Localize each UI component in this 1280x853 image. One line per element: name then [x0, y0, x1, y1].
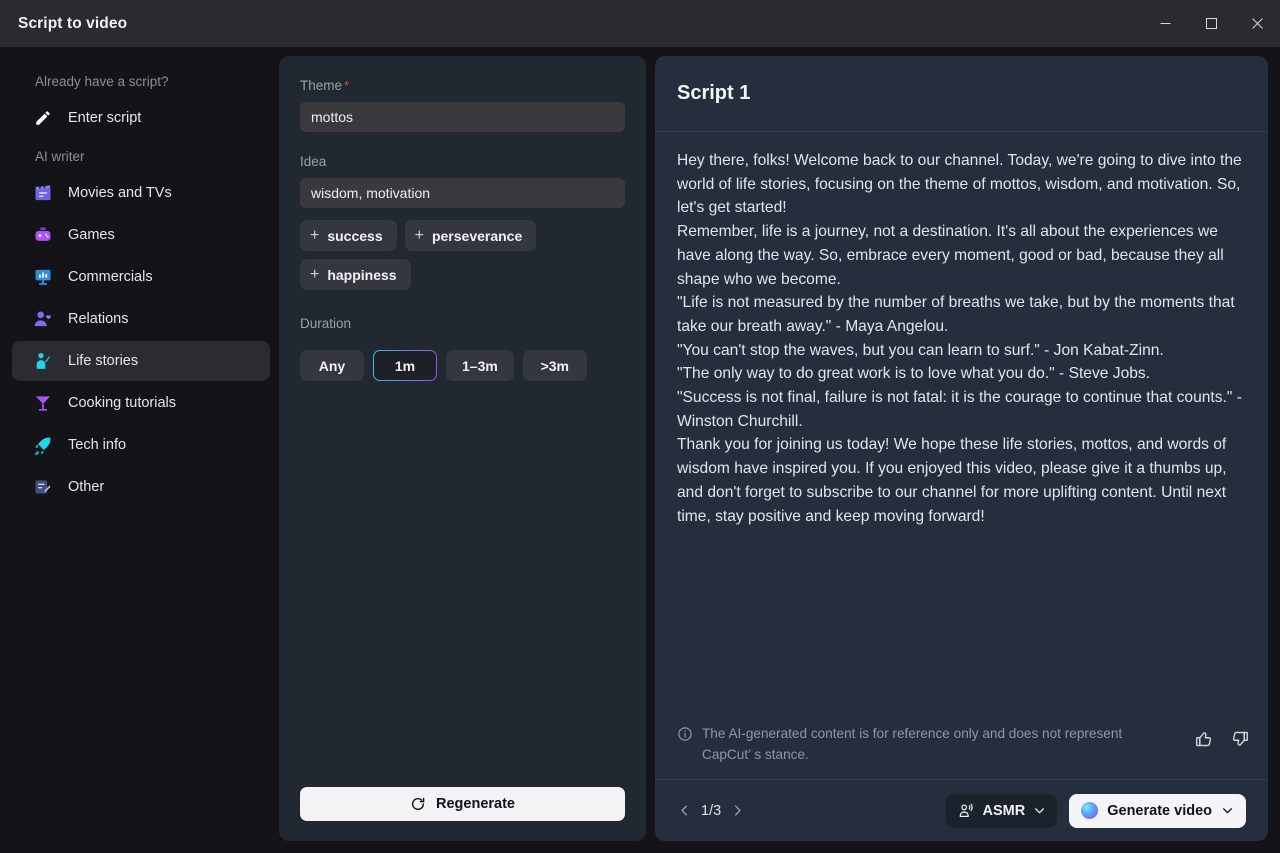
sidebar-item-life-stories[interactable]: Life stories	[12, 341, 270, 381]
sidebar-item-cooking-tutorials[interactable]: Cooking tutorials	[12, 383, 270, 423]
ai-orb-icon	[1081, 802, 1099, 819]
theme-label-text: Theme	[300, 78, 343, 93]
thumbs-up-icon	[1196, 732, 1212, 747]
app-window: Script to video Already have a script? E…	[0, 0, 1280, 853]
idea-label: Idea	[300, 154, 327, 169]
maximize-icon	[1205, 18, 1217, 29]
sidebar-item-label: Relations	[68, 311, 129, 327]
sidebar-item-movies-and-tvs[interactable]: Movies and TVs	[12, 173, 270, 213]
window-controls	[1142, 0, 1280, 47]
thumbs-down-button[interactable]	[1230, 729, 1250, 754]
script-pager: 1/3	[677, 803, 745, 819]
sidebar-item-label: Tech info	[68, 437, 127, 453]
regenerate-button[interactable]: Regenerate	[300, 787, 625, 821]
sidebar-item-label: Cooking tutorials	[68, 395, 176, 411]
sidebar-item-games[interactable]: Games	[12, 215, 270, 255]
sidebar-item-label: Life stories	[68, 353, 139, 369]
sidebar-item-label: Enter script	[68, 110, 142, 126]
script-body[interactable]: Hey there, folks! Welcome back to our ch…	[655, 132, 1268, 717]
regenerate-label: Regenerate	[436, 796, 515, 812]
idea-suggestion-chips: + success + perseverance + happiness	[300, 220, 625, 290]
sidebar: Already have a script? Enter script AI w…	[12, 56, 270, 841]
sidebar-group-label-have-script: Already have a script?	[35, 74, 169, 89]
duration-options: Any 1m 1–3m >3m	[300, 350, 625, 381]
presentation-chart-icon	[30, 266, 56, 288]
person-waving-icon	[30, 350, 56, 372]
minimize-icon	[1160, 23, 1170, 24]
plus-icon: +	[310, 265, 320, 283]
sidebar-group-label-ai-writer: AI writer	[35, 149, 85, 164]
disclaimer-text: The AI-generated content is for referenc…	[702, 726, 1123, 762]
theme-input[interactable]	[300, 102, 625, 132]
feedback-buttons	[1194, 723, 1250, 754]
thumbs-up-button[interactable]	[1194, 729, 1214, 754]
suggestion-chip-success[interactable]: + success	[300, 220, 397, 251]
required-asterisk: *	[344, 78, 350, 93]
script-result-panel: Script 1 Hey there, folks! Welcome back …	[655, 56, 1268, 841]
pager-next-button[interactable]	[730, 803, 745, 818]
sidebar-item-commercials[interactable]: Commercials	[12, 257, 270, 297]
suggestion-chip-happiness[interactable]: + happiness	[300, 259, 411, 290]
window-title: Script to video	[18, 14, 128, 32]
chevron-down-icon	[1223, 808, 1232, 814]
title-bar: Script to video	[0, 0, 1280, 47]
close-button[interactable]	[1234, 0, 1280, 47]
duration-option-gt3m[interactable]: >3m	[522, 350, 587, 381]
generate-video-label: Generate video	[1107, 802, 1212, 819]
ai-disclaimer: The AI-generated content is for referenc…	[655, 717, 1268, 779]
document-pen-icon	[30, 476, 56, 498]
close-icon	[1251, 18, 1263, 29]
script-footer: 1/3 ASMR Generate video	[655, 779, 1268, 841]
sidebar-item-other[interactable]: Other	[12, 467, 270, 507]
sidebar-item-label: Other	[68, 479, 105, 495]
theme-label: Theme *	[300, 78, 625, 93]
duration-option-1m[interactable]: 1m	[373, 350, 437, 381]
plus-icon: +	[414, 226, 424, 244]
suggestion-chip-perseverance[interactable]: + perseverance	[404, 220, 537, 251]
idea-input[interactable]	[300, 178, 625, 208]
duration-label: Duration	[300, 316, 352, 331]
script-title: Script 1	[677, 82, 751, 104]
rocket-icon	[30, 434, 56, 456]
refresh-icon	[411, 797, 425, 810]
thumbs-down-icon	[1232, 731, 1248, 746]
duration-option-any[interactable]: Any	[300, 350, 364, 381]
asmr-label: ASMR	[982, 802, 1026, 819]
duration-option-1-3m[interactable]: 1–3m	[446, 350, 514, 381]
gamepad-icon	[30, 224, 56, 246]
minimize-button[interactable]	[1142, 0, 1188, 47]
script-settings-panel: Theme* Idea + success + perseverance + h…	[279, 56, 646, 841]
sidebar-item-label: Commercials	[68, 269, 153, 285]
sidebar-item-enter-script[interactable]: Enter script	[12, 98, 270, 138]
chevron-down-icon	[1035, 808, 1045, 814]
sidebar-item-tech-info[interactable]: Tech info	[12, 425, 270, 465]
clapperboard-icon	[30, 182, 56, 204]
app-body: Already have a script? Enter script AI w…	[0, 47, 1280, 853]
sidebar-item-relations[interactable]: Relations	[12, 299, 270, 339]
script-text: Hey there, folks! Welcome back to our ch…	[677, 152, 1242, 525]
sidebar-item-label: Games	[68, 227, 115, 243]
pager-prev-button[interactable]	[677, 803, 692, 818]
asmr-voice-button[interactable]: ASMR	[945, 793, 1058, 828]
footer-actions: ASMR Generate video	[945, 793, 1246, 828]
script-header: Script 1	[655, 56, 1268, 132]
cocktail-glass-icon	[30, 392, 56, 414]
chip-label: happiness	[327, 266, 397, 283]
chip-label: perseverance	[431, 227, 523, 244]
generate-video-button[interactable]: Generate video	[1069, 793, 1246, 828]
person-heart-icon	[30, 308, 56, 330]
chevron-left-icon	[681, 805, 687, 816]
sidebar-item-label: Movies and TVs	[68, 185, 172, 201]
chevron-right-icon	[735, 805, 741, 816]
chip-label: success	[327, 227, 383, 244]
plus-icon: +	[310, 226, 320, 244]
pencil-icon	[30, 107, 56, 129]
info-icon	[678, 727, 692, 741]
maximize-button[interactable]	[1188, 0, 1234, 47]
voice-person-icon	[959, 803, 973, 817]
pager-position: 1/3	[701, 802, 722, 819]
